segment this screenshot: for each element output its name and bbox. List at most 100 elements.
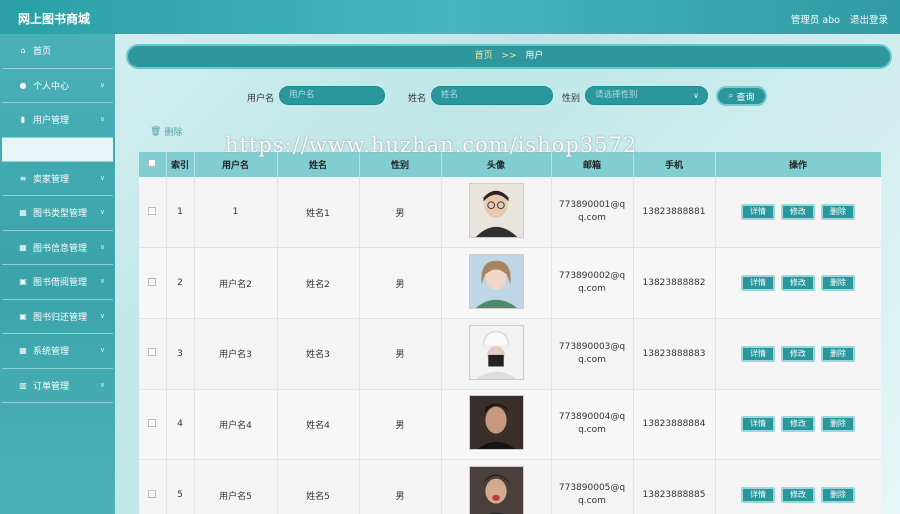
row-email: 773890001@qq.com	[551, 177, 634, 249]
home-icon: ⌂	[20, 46, 26, 56]
row-username: 用户名5	[194, 459, 278, 514]
row-checkbox[interactable]	[148, 489, 157, 498]
edit-button[interactable]: 修改	[781, 204, 815, 221]
user-table: 索引 用户名 姓名 性别 头像 邮箱 手机 操作 1 1 姓名1 男 77389…	[139, 152, 881, 514]
detail-button[interactable]: 详情	[741, 275, 775, 292]
row-username: 1	[194, 177, 278, 249]
chevron-down-icon: ∨	[99, 208, 105, 216]
row-email: 773890004@qq.com	[551, 389, 634, 461]
row-checkbox[interactable]	[148, 206, 157, 215]
detail-button[interactable]: 详情	[741, 345, 775, 362]
row-checkbox[interactable]	[148, 277, 157, 286]
chevron-down-icon: ∨	[99, 173, 105, 182]
row-gender: 男	[359, 459, 442, 514]
sidebar-item-label: 图书借阅管理	[33, 278, 88, 289]
delete-button[interactable]: 删除	[821, 204, 855, 221]
row-username: 用户名2	[194, 247, 278, 319]
row-name: 姓名4	[277, 389, 360, 461]
row-index: 3	[166, 318, 195, 390]
breadcrumb-current: 用户	[525, 51, 544, 61]
sidebar-item-orders[interactable]: ▥ 订单管理 ∨	[2, 369, 113, 403]
row-name: 姓名1	[277, 177, 360, 249]
row-index: 5	[166, 459, 195, 514]
search-bar: 用户名 用户名 姓名 姓名 性别 请选择性别 ∨ ⌕ 查询	[0, 86, 900, 106]
sidebar-item-label: 首页	[33, 47, 52, 58]
select-all-checkbox[interactable]	[148, 159, 157, 167]
table-row: 3 用户名3 姓名3 男 773890003@qq.com 1382388888…	[139, 318, 881, 390]
delete-button[interactable]: 删除	[821, 275, 855, 292]
sidebar-subitem-users[interactable]	[2, 137, 113, 162]
row-email: 773890002@qq.com	[551, 247, 634, 319]
sidebar-item-system[interactable]: ▦ 系统管理 ∨	[2, 334, 113, 369]
column-header: 操作	[715, 152, 881, 177]
sidebar-item-borrow[interactable]: ▣ 图书借阅管理 ∨	[2, 265, 113, 300]
query-button[interactable]: ⌕ 查询	[716, 86, 767, 106]
table-row: 2 用户名2 姓名2 男 773890002@qq.com 1382388888…	[139, 247, 881, 319]
select-all-cell[interactable]	[139, 152, 167, 177]
sidebar-item-sellers[interactable]: ≡ 卖家管理 ∨	[2, 162, 113, 196]
row-gender: 男	[359, 247, 442, 319]
chevron-down-icon: ∨	[99, 242, 105, 251]
row-username: 用户名3	[194, 318, 278, 390]
query-button-label: 查询	[736, 92, 755, 103]
row-phone: 13823888883	[633, 318, 716, 390]
name-label: 姓名	[408, 94, 427, 104]
grid-icon: ▦	[19, 208, 27, 218]
gender-select[interactable]: 请选择性别 ∨	[585, 86, 708, 105]
avatar	[468, 466, 524, 514]
avatar	[468, 254, 524, 310]
name-input[interactable]: 姓名	[431, 86, 553, 105]
column-header: 手机	[633, 152, 716, 177]
edit-button[interactable]: 修改	[781, 275, 815, 292]
delete-button[interactable]: 删除	[821, 487, 855, 504]
sidebar-item-book-types[interactable]: ▦ 图书类型管理 ∨	[2, 196, 113, 231]
row-checkbox[interactable]	[148, 348, 157, 357]
chart-icon: ▮	[20, 115, 26, 125]
row-checkbox[interactable]	[148, 418, 157, 427]
sidebar-item-label: 系统管理	[33, 347, 70, 358]
edit-button[interactable]: 修改	[781, 345, 815, 362]
row-phone: 13823888882	[633, 247, 716, 319]
edit-button[interactable]: 修改	[781, 487, 815, 504]
username-input[interactable]: 用户名	[279, 86, 385, 105]
trash-icon: 🗑	[150, 126, 162, 137]
table-row: 4 用户名4 姓名4 男 773890004@qq.com 1382388888…	[139, 389, 881, 461]
row-phone: 13823888884	[633, 389, 716, 461]
chevron-down-icon: ∨	[99, 380, 105, 389]
row-index: 1	[166, 177, 195, 249]
row-phone: 13823888881	[633, 177, 716, 249]
sidebar-item-book-info[interactable]: ▦ 图书信息管理 ∨	[2, 231, 113, 265]
row-index: 2	[166, 247, 195, 319]
table-row: 5 用户名5 姓名5 男 773890005@qq.com 1382388888…	[139, 459, 881, 514]
row-index: 4	[166, 389, 195, 461]
row-gender: 男	[359, 389, 442, 461]
gender-label: 性别	[562, 94, 581, 104]
batch-delete-button[interactable]: 🗑 删除	[150, 125, 183, 139]
row-username: 用户名4	[194, 389, 278, 461]
row-gender: 男	[359, 318, 442, 390]
username-label: 用户名	[247, 94, 275, 104]
detail-button[interactable]: 详情	[741, 487, 775, 504]
avatar	[468, 183, 524, 239]
sidebar-item-return[interactable]: ▣ 图书归还管理 ∨	[2, 300, 113, 334]
row-email: 773890003@qq.com	[551, 318, 634, 390]
delete-button[interactable]: 删除	[821, 416, 855, 433]
table-row: 1 1 姓名1 男 773890001@qq.com 13823888881 详…	[139, 177, 881, 249]
sidebar-item-label: 订单管理	[33, 381, 70, 392]
sidebar-item-users[interactable]: ▮ 用户管理 ∨	[2, 103, 113, 138]
breadcrumb-home[interactable]: 首页	[475, 51, 493, 61]
table-icon: ▥	[19, 380, 27, 390]
detail-button[interactable]: 详情	[741, 204, 775, 221]
sidebar-item-home[interactable]: ⌂ 首页	[2, 34, 113, 69]
batch-delete-label: 删除	[164, 128, 183, 138]
detail-button[interactable]: 详情	[741, 416, 775, 433]
chevron-down-icon: ∨	[99, 311, 105, 320]
edit-button[interactable]: 修改	[781, 416, 815, 433]
logout-link[interactable]: 退出登录	[850, 12, 888, 26]
avatar	[468, 324, 524, 380]
sidebar-item-label: 用户管理	[33, 116, 70, 127]
chevron-down-icon: ∨	[693, 91, 699, 100]
app-title: 网上图书商城	[18, 12, 91, 26]
delete-button[interactable]: 删除	[821, 345, 855, 362]
sidebar-item-label: 卖家管理	[33, 174, 70, 185]
